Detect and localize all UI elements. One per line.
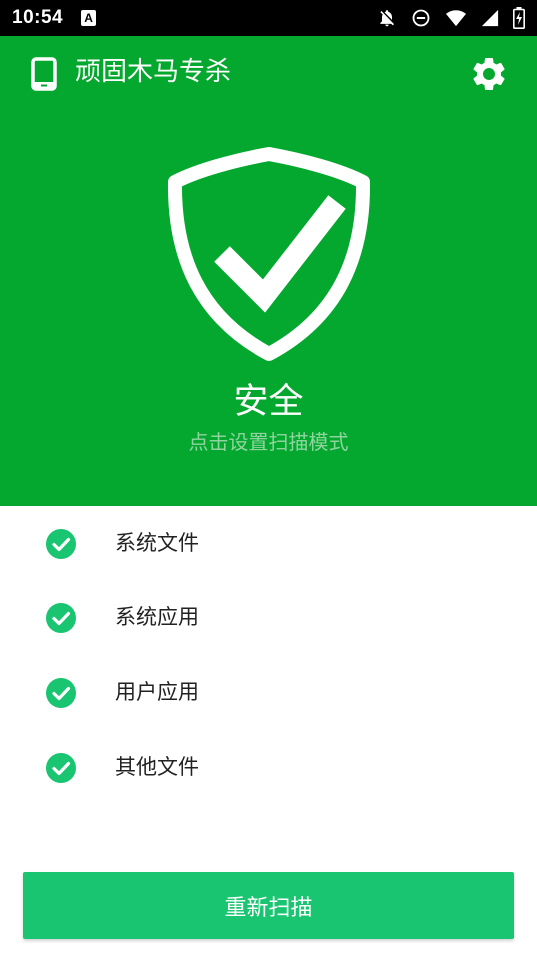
app-title: 顽固木马专杀 bbox=[75, 57, 232, 87]
signal-icon bbox=[481, 9, 499, 27]
shield-check-icon bbox=[166, 142, 372, 366]
list-item: 用户应用 bbox=[0, 663, 537, 723]
check-circle-icon bbox=[46, 753, 76, 787]
status-title: 安全 bbox=[233, 382, 304, 422]
do-not-disturb-icon bbox=[411, 8, 431, 28]
check-circle-icon bbox=[46, 603, 76, 637]
list-item-label: 系统应用 bbox=[115, 605, 199, 629]
status-bar: 10:54 A bbox=[0, 0, 537, 36]
status-time: 10:54 bbox=[12, 7, 64, 28]
scan-mode-hint[interactable]: 点击设置扫描模式 bbox=[0, 428, 537, 456]
check-circle-icon bbox=[46, 678, 76, 712]
notification-badge-icon: A bbox=[81, 10, 97, 26]
phone-icon bbox=[31, 57, 57, 95]
list-item-label: 其他文件 bbox=[115, 755, 199, 779]
list-item-label: 系统文件 bbox=[115, 531, 199, 555]
list-item: 其他文件 bbox=[0, 738, 537, 798]
list-item: 系统文件 bbox=[0, 514, 537, 574]
status-icons bbox=[377, 7, 525, 29]
wifi-icon bbox=[445, 8, 467, 28]
battery-icon bbox=[513, 7, 525, 29]
rescan-button[interactable]: 重新扫描 bbox=[23, 872, 514, 939]
list-item-label: 用户应用 bbox=[115, 680, 199, 704]
notifications-off-icon bbox=[377, 8, 397, 28]
list-item: 系统应用 bbox=[0, 588, 537, 648]
status-panel[interactable]: 顽固木马专杀 安全 点击设置扫描模式 bbox=[0, 36, 537, 506]
check-circle-icon bbox=[46, 529, 76, 563]
settings-gear-icon[interactable] bbox=[469, 54, 509, 98]
app-bar: 顽固木马专杀 bbox=[0, 36, 537, 112]
